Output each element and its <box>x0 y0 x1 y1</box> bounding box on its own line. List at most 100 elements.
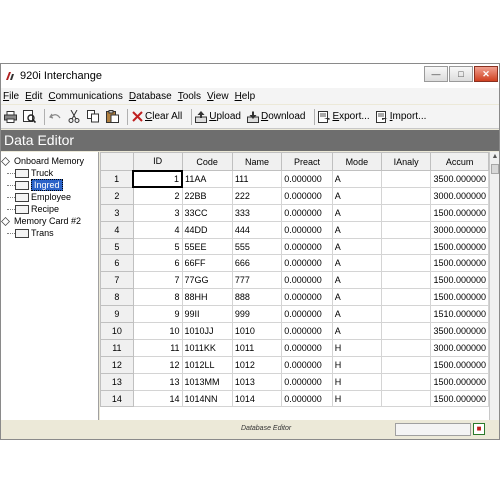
table-cell[interactable] <box>380 355 432 374</box>
row-number[interactable]: 1 <box>100 170 134 188</box>
menu-database[interactable]: Database <box>129 91 172 102</box>
tree-item-ingred[interactable]: Ingred <box>1 179 98 191</box>
undo-icon[interactable] <box>48 110 62 124</box>
export-button[interactable]: Export... <box>318 110 370 123</box>
table-cell[interactable]: 0.000000 <box>281 389 333 408</box>
row-number[interactable]: 9 <box>100 305 134 324</box>
table-cell[interactable]: 111 <box>231 170 283 188</box>
table-cell[interactable]: 1013 <box>231 372 283 391</box>
row-number[interactable]: 12 <box>100 355 134 374</box>
table-cell[interactable]: A <box>331 170 382 188</box>
table-cell[interactable]: 3000.000000 <box>430 338 489 357</box>
table-cell[interactable]: 22BB <box>181 186 233 205</box>
table-cell[interactable]: 13 <box>132 372 183 391</box>
table-cell[interactable]: 0.000000 <box>281 170 333 188</box>
vertical-scroll-thumb[interactable] <box>491 164 499 174</box>
table-cell[interactable]: 12 <box>132 355 183 374</box>
menu-view[interactable]: View <box>207 91 229 102</box>
table-cell[interactable]: 3 <box>132 203 183 222</box>
column-header[interactable]: ID <box>132 152 183 171</box>
table-cell[interactable]: 9 <box>132 305 183 324</box>
table-cell[interactable]: A <box>331 254 382 273</box>
table-cell[interactable]: 55EE <box>181 237 233 256</box>
row-number[interactable]: 13 <box>100 372 134 391</box>
table-cell[interactable]: 1014 <box>231 389 283 408</box>
upload-button[interactable]: Upload <box>195 110 241 123</box>
column-header[interactable]: Preact <box>281 152 333 171</box>
table-row[interactable]: 3 3 33CC 333 0.000000 A 1500.000000 <box>100 203 489 222</box>
table-cell[interactable]: 0.000000 <box>281 372 333 391</box>
maximize-button[interactable]: □ <box>449 66 473 82</box>
table-cell[interactable]: 44DD <box>181 220 233 239</box>
table-cell[interactable]: H <box>331 372 382 391</box>
table-row[interactable]: 1 1 11AA 111 0.000000 A 3500.000000 <box>100 169 489 189</box>
row-number[interactable]: 4 <box>100 220 134 239</box>
table-cell[interactable]: 1 <box>132 169 184 189</box>
table-cell[interactable]: 0.000000 <box>281 254 333 273</box>
table-row[interactable]: 2 2 22BB 222 0.000000 A 3000.000000 <box>100 186 489 205</box>
tree-item-trans[interactable]: Trans <box>1 227 98 239</box>
table-cell[interactable] <box>380 220 432 239</box>
menu-tools[interactable]: Tools <box>178 91 201 102</box>
table-cell[interactable]: A <box>331 220 382 239</box>
table-cell[interactable] <box>380 338 432 357</box>
print-preview-icon[interactable] <box>22 110 36 124</box>
table-row[interactable]: 10 10 1010JJ 1010 0.000000 A 3500.000000 <box>100 322 489 340</box>
table-cell[interactable]: 1500.000000 <box>430 271 489 290</box>
table-cell[interactable]: 0.000000 <box>281 338 333 357</box>
table-cell[interactable]: A <box>331 203 382 222</box>
table-cell[interactable]: 33CC <box>181 203 233 222</box>
table-cell[interactable] <box>380 254 432 273</box>
table-row[interactable]: 6 6 66FF 666 0.000000 A 1500.000000 <box>100 254 489 273</box>
menu-edit[interactable]: Edit <box>25 91 42 102</box>
table-cell[interactable] <box>380 203 432 222</box>
close-button[interactable]: ✕ <box>474 66 498 82</box>
table-cell[interactable]: 1500.000000 <box>430 372 489 391</box>
table-row[interactable]: 11 11 1011KK 1011 0.000000 H 3000.000000 <box>100 338 489 357</box>
table-cell[interactable]: 1500.000000 <box>430 288 489 307</box>
table-cell[interactable]: A <box>331 271 382 290</box>
table-cell[interactable]: 333 <box>231 203 283 222</box>
print-icon[interactable] <box>3 110 17 124</box>
row-number[interactable]: 10 <box>100 322 134 340</box>
table-cell[interactable] <box>380 288 432 307</box>
table-cell[interactable]: 222 <box>231 186 283 205</box>
scroll-up-arrow-icon[interactable]: ▲ <box>490 152 499 162</box>
menu-help[interactable]: Help <box>235 91 256 102</box>
table-cell[interactable]: 0.000000 <box>281 355 333 374</box>
table-cell[interactable]: 88HH <box>181 288 233 307</box>
table-cell[interactable]: 0.000000 <box>281 237 333 256</box>
table-cell[interactable]: 1014NN <box>181 389 233 408</box>
vertical-scrollbar[interactable]: ▲ ▼ <box>489 152 499 439</box>
table-cell[interactable]: 1500.000000 <box>430 203 489 222</box>
table-cell[interactable]: 3000.000000 <box>430 186 489 205</box>
table-cell[interactable]: 11AA <box>181 170 233 188</box>
table-cell[interactable]: A <box>331 237 382 256</box>
table-row[interactable]: 7 7 77GG 777 0.000000 A 1500.000000 <box>100 271 489 290</box>
table-cell[interactable] <box>380 372 432 391</box>
column-header[interactable]: Accum <box>430 152 489 171</box>
table-cell[interactable]: A <box>331 288 382 307</box>
table-cell[interactable]: 77GG <box>181 271 233 290</box>
table-cell[interactable]: 444 <box>231 220 283 239</box>
table-cell[interactable]: 14 <box>132 389 183 408</box>
table-cell[interactable]: 1011 <box>231 338 283 357</box>
table-cell[interactable]: 1010 <box>231 322 283 340</box>
table-cell[interactable]: 1510.000000 <box>430 305 489 324</box>
table-cell[interactable]: 3500.000000 <box>430 322 489 340</box>
table-cell[interactable]: 1012 <box>231 355 283 374</box>
table-cell[interactable]: H <box>331 389 382 408</box>
clear-all-button[interactable]: Clear All <box>131 111 182 123</box>
table-cell[interactable]: 555 <box>231 237 283 256</box>
table-cell[interactable] <box>380 305 432 324</box>
table-cell[interactable]: 11 <box>132 338 183 357</box>
table-cell[interactable]: A <box>331 305 382 324</box>
table-cell[interactable] <box>380 271 432 290</box>
row-number[interactable]: 7 <box>100 271 134 290</box>
table-cell[interactable]: 1011KK <box>181 338 233 357</box>
row-number[interactable]: 6 <box>100 254 134 273</box>
table-cell[interactable]: 999 <box>231 305 283 324</box>
cut-icon[interactable] <box>67 110 81 124</box>
menu-communications[interactable]: Communications <box>48 91 123 102</box>
table-cell[interactable]: 4 <box>132 220 183 239</box>
